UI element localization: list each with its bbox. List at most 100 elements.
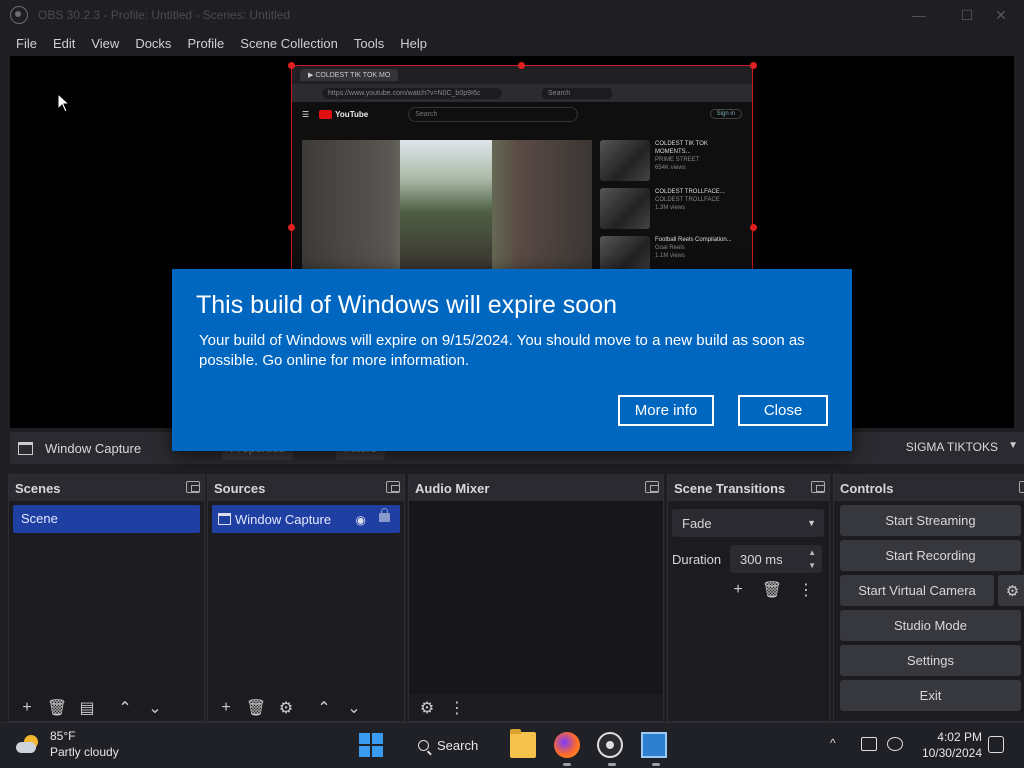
taskbar: 85°F Partly cloudy Search ^ 4:02 PM 10/3… (0, 722, 1024, 768)
menu-view[interactable]: View (83, 36, 127, 51)
search-icon (418, 739, 429, 751)
youtube-logo: YouTube (319, 109, 368, 119)
settings-button[interactable]: Settings (840, 645, 1021, 676)
window-select-value: SIGMA TIKTOKS (905, 440, 998, 454)
app-window-icon[interactable] (641, 732, 667, 766)
scene-filters-icon[interactable]: ▤ (75, 697, 99, 719)
move-up-icon[interactable]: ⌃ (113, 697, 137, 719)
taskbar-search[interactable]: Search (406, 731, 500, 759)
duration-label: Duration (672, 551, 722, 567)
toast-message: Your build of Windows will expire on 9/1… (199, 332, 805, 369)
menu-docks[interactable]: Docks (127, 36, 179, 51)
audio-mixer-area (409, 501, 663, 694)
notification-bell-icon[interactable] (988, 736, 1004, 753)
virtual-camera-settings-gear-icon[interactable]: ⚙ (998, 575, 1024, 606)
firefox-icon[interactable] (554, 732, 580, 766)
controls-dock: Controls Start Streaming Start Recording… (833, 474, 1024, 722)
undock-icon[interactable] (186, 481, 200, 493)
lock-icon[interactable] (379, 508, 390, 522)
remove-transition-icon[interactable]: 🗑 (760, 579, 784, 601)
minimize-button[interactable]: — (896, 0, 942, 30)
scene-transitions-title: Scene Transitions (674, 480, 786, 496)
undock-icon[interactable] (1019, 481, 1024, 493)
menu-scene-collection[interactable]: Scene Collection (232, 36, 346, 51)
advanced-audio-gear-icon[interactable]: ⚙ (415, 697, 439, 719)
more-info-button[interactable]: More info (618, 395, 714, 426)
chevron-up-icon[interactable]: ^ (830, 736, 836, 750)
list-item: Football Reels Compilation... Goal Reels 1… (600, 236, 750, 269)
sources-dock: Sources Window Capture ◉ + 🗑 ⚙ ⌃ ⌄ (207, 474, 405, 722)
chevron-down-icon: ▼ (807, 518, 816, 528)
chevron-up-icon[interactable]: ▲ (808, 548, 816, 557)
remove-scene-icon[interactable]: 🗑 (45, 697, 69, 719)
start-recording-button[interactable]: Start Recording (840, 540, 1021, 571)
toast-title: This build of Windows will expire soon (196, 291, 618, 319)
visibility-eye-icon[interactable]: ◉ (356, 513, 366, 527)
add-scene-icon[interactable]: + (15, 697, 39, 719)
move-down-icon[interactable]: ⌄ (342, 697, 366, 719)
sources-title: Sources (214, 480, 266, 496)
obs-studio-icon[interactable] (597, 732, 623, 766)
resize-handle[interactable] (288, 224, 295, 231)
transition-select[interactable]: Fade ▼ (672, 509, 824, 537)
resize-handle[interactable] (288, 62, 295, 69)
resize-handle[interactable] (750, 224, 757, 231)
start-virtual-camera-button[interactable]: Start Virtual Camera (840, 575, 994, 606)
menu-help[interactable]: Help (392, 36, 435, 51)
remove-source-icon[interactable]: 🗑 (244, 697, 268, 719)
weather-widget[interactable]: 85°F Partly cloudy (16, 728, 119, 760)
chevron-down-icon[interactable]: ▼ (808, 561, 816, 570)
undock-icon[interactable] (386, 481, 400, 493)
source-item[interactable]: Window Capture ◉ (212, 505, 400, 533)
temperature: 85°F (50, 729, 76, 743)
start-button-windows-icon[interactable] (359, 733, 383, 757)
menu-tools[interactable]: Tools (346, 36, 392, 51)
video-player (302, 140, 592, 269)
move-down-icon[interactable]: ⌄ (143, 697, 167, 719)
browser-search: Search (542, 87, 612, 99)
youtube-signin: Sign in (709, 109, 742, 119)
resize-handle[interactable] (518, 62, 525, 69)
resize-handle[interactable] (750, 62, 757, 69)
menu-profile[interactable]: Profile (179, 36, 232, 51)
window-capture-icon (18, 441, 33, 455)
menu-file[interactable]: File (8, 36, 45, 51)
youtube-search: Search (408, 106, 579, 122)
browser-url: https://www.youtube.com/watch?v=N0C_b0p9… (322, 87, 502, 99)
audio-mixer-dock: Audio Mixer ⚙ ⋮ (408, 474, 664, 722)
browser-tab: ▶ COLDEST TIK TOK MO (300, 69, 399, 81)
add-transition-icon[interactable]: + (726, 579, 750, 601)
partly-cloudy-icon (16, 733, 42, 755)
undock-icon[interactable] (645, 481, 659, 493)
add-source-icon[interactable]: + (214, 697, 238, 719)
menu-edit[interactable]: Edit (45, 36, 83, 51)
close-window-button[interactable]: ✕ (978, 0, 1024, 30)
obs-logo-icon (10, 6, 28, 24)
volume-icon[interactable] (887, 737, 903, 751)
selected-source-name: Window Capture (45, 440, 142, 456)
scene-item[interactable]: Scene (13, 505, 200, 533)
source-item-label: Window Capture (235, 511, 332, 527)
close-toast-button[interactable]: Close (738, 395, 828, 426)
start-streaming-button[interactable]: Start Streaming (840, 505, 1021, 536)
transition-properties-icon[interactable]: ⋮ (794, 579, 818, 601)
window-capture-source[interactable]: ▶ COLDEST TIK TOK MO https://www.youtube… (291, 65, 753, 270)
youtube-header: ☰ YouTube Search Sign in (292, 102, 752, 126)
window-title: OBS 30.2.3 - Profile: Untitled - Scenes:… (38, 8, 291, 22)
file-explorer-icon[interactable] (510, 729, 536, 758)
move-up-icon[interactable]: ⌃ (312, 697, 336, 719)
title-bar: OBS 30.2.3 - Profile: Untitled - Scenes:… (0, 0, 1024, 30)
mouse-cursor-icon (57, 93, 71, 113)
studio-mode-button[interactable]: Studio Mode (840, 610, 1021, 641)
network-icon[interactable] (861, 737, 877, 751)
chevron-down-icon[interactable]: ▼ (1008, 440, 1018, 451)
controls-title: Controls (840, 480, 894, 496)
more-options-icon[interactable]: ⋮ (445, 697, 469, 719)
recommended-list: COLDEST TIK TOK MOMENTS... PRIME STREET 65… (600, 140, 750, 269)
exit-button[interactable]: Exit (840, 680, 1021, 711)
duration-spinbox[interactable]: 300 ms ▲ ▼ (730, 545, 822, 573)
menu-bar: File Edit View Docks Profile Scene Colle… (0, 30, 1024, 56)
system-clock[interactable]: 4:02 PM 10/30/2024 (918, 729, 982, 761)
source-properties-gear-icon[interactable]: ⚙ (274, 697, 298, 719)
undock-icon[interactable] (811, 481, 825, 493)
